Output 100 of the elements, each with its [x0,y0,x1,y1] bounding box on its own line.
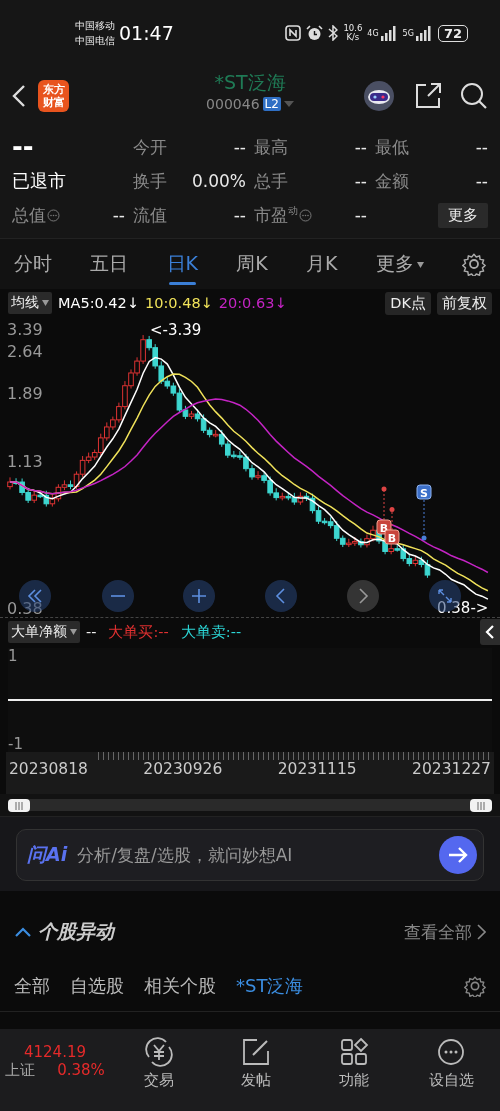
date-axis-label: 20230818 [9,760,88,778]
field-label: 市盈$^{动}$ [254,203,298,227]
caret-icon [70,629,77,635]
indicator-selector[interactable]: 大单净额 [8,621,80,643]
indicator-axis-label: -1 [8,736,24,752]
field-label: 换手 [133,169,168,193]
settings-icon[interactable] [464,975,486,997]
price-axis-label: 1.13 [7,452,43,471]
clock-time: 01:47 [119,22,174,44]
chart-option-button[interactable]: 前复权 [437,291,492,315]
period-tab[interactable]: 月K [306,239,338,289]
period-tab[interactable]: 周K [236,239,268,289]
field-value: -- [232,205,246,225]
nav-item[interactable]: 功能 [305,1037,403,1090]
filter-tab[interactable]: 相关个股 [144,974,216,998]
level-badge: L2 [262,97,281,111]
double-chevron-left-icon [27,588,43,604]
field-label: 金额 [375,169,410,193]
carrier-name: 中国电信 [75,34,115,48]
signal-icon [379,25,398,41]
back-button[interactable] [265,580,297,612]
period-tab[interactable]: 分时 [14,239,52,289]
info-icon[interactable] [299,208,312,222]
more-icon [436,1037,467,1067]
period-tab[interactable]: 更多 [375,239,424,289]
high-price-label: <-3.39 [150,321,202,339]
plus-icon [191,588,207,604]
period-tab[interactable]: 五日 [90,239,129,289]
collapse-button[interactable] [480,619,500,645]
field-value: -- [474,171,488,191]
grid-icon [338,1037,369,1067]
moving-average-value: 10:0.48↓ [145,295,213,311]
large-buy-value: 大单买:-- [108,622,169,642]
filter-tab[interactable]: *ST泛海 [236,974,304,998]
arrow-right-icon [448,846,468,864]
search-input[interactable]: 分析/复盘/选股，就问妙想AI [75,844,431,866]
filter-tab[interactable]: 全部 [14,974,50,998]
info-icon[interactable] [47,208,60,222]
caret-icon [416,261,424,268]
date-axis-label: 20230926 [143,760,223,778]
date-axis-label: 20231227 [412,760,491,778]
zoom-in-button[interactable] [183,580,215,612]
stock-name: *ST泛海 [214,70,286,95]
period-tab[interactable]: 日K [166,239,198,289]
alarm-icon [306,25,324,41]
index-change: 0.38% [57,1061,105,1080]
moving-average-value: 20:0.63↓ [218,295,287,311]
signal-icon [414,25,433,41]
field-label: 总值 [12,203,46,227]
chart-option-button[interactable]: DK点 [385,291,431,315]
carrier-name: 中国移动 [75,19,115,33]
grip-icon [476,801,486,810]
view-all-link[interactable]: 查看全部 [404,920,486,944]
field-value: -- [353,137,367,157]
stock-code: 000046 [206,96,260,112]
edit-icon [241,1037,272,1067]
network-speed: 10.6 K/s [343,24,363,42]
price-axis-label: 1.89 [7,384,43,403]
indicator-value: -- [86,624,97,640]
more-button[interactable]: 更多 [438,202,488,228]
share-icon[interactable] [414,82,442,110]
filter-tab[interactable]: 自选股 [70,974,124,998]
nav-item[interactable]: 发帖 [207,1037,305,1090]
section-title: 个股异动 [38,919,114,944]
field-value: 0.00% [191,171,246,191]
field-label: 流值 [133,203,167,227]
chevron-up-icon[interactable] [14,926,32,938]
price-axis-label: 0.38 [7,599,43,617]
settings-icon[interactable] [462,252,486,276]
ai-logo: 问Ai [27,842,68,867]
back-icon[interactable] [12,84,26,108]
field-value: -- [474,137,488,157]
moving-average-value: MA5:0.42↓ [58,295,139,311]
zoom-out-button[interactable] [102,580,134,612]
nfc-icon [285,25,302,41]
ai-search-field[interactable]: 问Ai 分析/复盘/选股，就问妙想AI [16,829,484,881]
field-label: 最低 [375,135,410,159]
field-value: -- [353,205,367,225]
indicator-axis-label: 1 [8,648,19,664]
range-handle[interactable] [8,799,30,812]
network-type: 5G [402,28,414,38]
field-value: -- [232,137,246,157]
caret-icon[interactable] [283,100,294,108]
field-value: -- [112,205,125,225]
range-scrollbar[interactable] [8,799,492,811]
nav-item[interactable]: 交易 [110,1037,208,1090]
index-value: 4124.19 [24,1043,86,1061]
send-button[interactable] [439,836,477,874]
minus-icon [110,595,126,597]
field-label: 今开 [133,135,168,159]
large-sell-value: 大单卖:-- [180,622,242,642]
indicator-selector[interactable]: 均线 [8,292,52,314]
battery-level: 72 [437,24,468,42]
nav-item[interactable]: 设自选 [402,1037,500,1090]
robot-icon[interactable] [362,80,396,112]
range-handle[interactable] [470,799,492,812]
field-value: -- [353,171,367,191]
date-axis-label: 20231115 [277,760,357,778]
search-icon[interactable] [460,82,488,110]
listing-status: 已退市 [12,169,67,193]
